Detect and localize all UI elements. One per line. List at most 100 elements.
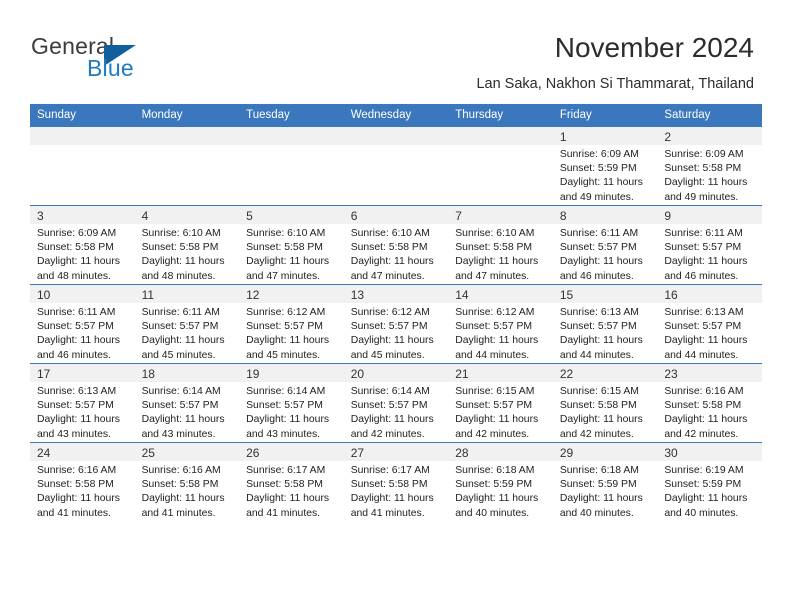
sunset-text: Sunset: 5:57 PM: [455, 321, 533, 333]
daylight-text-line2: and 49 minutes.: [559, 191, 634, 203]
calendar-day-cell[interactable]: 14 Sunrise: 6:12 AM Sunset: 5:57 PM Dayligh…: [448, 284, 553, 364]
daylight-text-line2: and 47 minutes.: [350, 270, 425, 282]
sunrise-text: Sunrise: 6:12 AM: [455, 307, 535, 318]
weekday-header-thursday: Thursday: [448, 104, 553, 127]
day-number: 10: [37, 288, 51, 302]
daylight-text-line2: and 42 minutes.: [350, 428, 425, 440]
daylight-text-line2: and 46 minutes.: [37, 349, 111, 361]
daylight-text-line2: and 47 minutes.: [246, 270, 321, 282]
daylight-text-line1: Daylight: 11 hours: [664, 256, 748, 268]
calendar-day-cell[interactable]: 11 Sunrise: 6:11 AM Sunset: 5:57 PM Dayligh…: [134, 284, 240, 364]
daylight-text-line1: Daylight: 11 hours: [246, 335, 330, 347]
calendar-week-row: 24 Sunrise: 6:16 AM Sunset: 5:58 PM Dayligh…: [30, 442, 762, 522]
daylight-text-line1: Daylight: 11 hours: [350, 335, 434, 347]
calendar-day-cell[interactable]: 2 Sunrise: 6:09 AM Sunset: 5:58 PM Daylight…: [657, 126, 762, 206]
day-number: 16: [664, 288, 678, 302]
sunrise-text: Sunrise: 6:15 AM: [455, 386, 535, 397]
calendar-day-cell[interactable]: 1 Sunrise: 6:09 AM Sunset: 5:59 PM Daylight…: [552, 126, 658, 206]
calendar-day-cell[interactable]: 15 Sunrise: 6:13 AM Sunset: 5:57 PM Dayligh…: [552, 284, 658, 364]
calendar-day-cell[interactable]: 19 Sunrise: 6:14 AM Sunset: 5:57 PM Dayligh…: [239, 363, 344, 443]
day-number: 20: [350, 367, 365, 381]
calendar-day-cell[interactable]: 12 Sunrise: 6:12 AM Sunset: 5:57 PM Dayligh…: [239, 284, 344, 364]
day-number: 26: [246, 446, 260, 460]
calendar-day-cell[interactable]: 22 Sunrise: 6:15 AM Sunset: 5:58 PM Dayligh…: [552, 363, 658, 443]
page-title: November 2024: [554, 32, 754, 63]
sunset-text: Sunset: 5:57 PM: [455, 400, 533, 412]
calendar-day-cell[interactable]: 26 Sunrise: 6:17 AM Sunset: 5:58 PM Dayligh…: [239, 442, 344, 522]
daylight-text-line1: Daylight: 11 hours: [350, 256, 434, 268]
sunrise-text: Sunrise: 6:09 AM: [559, 149, 639, 160]
sunset-text: Sunset: 5:58 PM: [350, 479, 428, 491]
calendar-day-cell[interactable]: 10 Sunrise: 6:11 AM Sunset: 5:57 PM Dayligh…: [30, 284, 135, 364]
calendar-day-cell[interactable]: 17 Sunrise: 6:13 AM Sunset: 5:57 PM Dayligh…: [30, 363, 135, 443]
sunrise-text: Sunrise: 6:14 AM: [141, 386, 221, 397]
calendar-day-cell[interactable]: 9 Sunrise: 6:11 AM Sunset: 5:57 PM Daylight…: [657, 205, 762, 285]
day-number: 21: [455, 367, 469, 381]
day-number: 27: [350, 446, 365, 460]
calendar-day-cell[interactable]: 6 Sunrise: 6:10 AM Sunset: 5:58 PM Daylight…: [343, 205, 449, 285]
sunrise-text: Sunrise: 6:09 AM: [664, 149, 744, 160]
sunset-text: Sunset: 5:58 PM: [246, 479, 323, 491]
sunrise-text: Sunrise: 6:13 AM: [559, 307, 639, 318]
daylight-text-line1: Daylight: 11 hours: [37, 335, 120, 347]
daylight-text-line2: and 45 minutes.: [141, 349, 216, 361]
day-number: 30: [664, 446, 678, 460]
calendar-day-cell[interactable]: 20 Sunrise: 6:14 AM Sunset: 5:57 PM Dayligh…: [343, 363, 449, 443]
day-number: 17: [37, 367, 51, 381]
calendar-day-cell-empty: [30, 126, 135, 206]
calendar-day-cell[interactable]: 21 Sunrise: 6:15 AM Sunset: 5:57 PM Dayligh…: [448, 363, 553, 443]
calendar-day-cell[interactable]: 27 Sunrise: 6:17 AM Sunset: 5:58 PM Dayligh…: [343, 442, 449, 522]
sunrise-text: Sunrise: 6:11 AM: [141, 307, 220, 318]
day-number: 24: [37, 446, 51, 460]
daylight-text-line2: and 45 minutes.: [246, 349, 321, 361]
calendar-day-cell[interactable]: 7 Sunrise: 6:10 AM Sunset: 5:58 PM Daylight…: [448, 205, 553, 285]
calendar-day-cell-empty: [343, 126, 449, 206]
daylight-text-line1: Daylight: 11 hours: [37, 256, 120, 268]
sunrise-text: Sunrise: 6:16 AM: [141, 465, 221, 476]
calendar-day-cell[interactable]: 4 Sunrise: 6:10 AM Sunset: 5:58 PM Daylight…: [134, 205, 240, 285]
calendar-day-cell[interactable]: 28 Sunrise: 6:18 AM Sunset: 5:59 PM Dayligh…: [448, 442, 553, 522]
daylight-text-line2: and 45 minutes.: [350, 349, 425, 361]
calendar-day-cell[interactable]: 30 Sunrise: 6:19 AM Sunset: 5:59 PM Dayligh…: [657, 442, 762, 522]
day-number: 2: [664, 130, 672, 144]
sunrise-text: Sunrise: 6:17 AM: [350, 465, 430, 476]
day-number: 11: [141, 288, 155, 302]
sunrise-text: Sunrise: 6:18 AM: [455, 465, 535, 476]
calendar-day-cell[interactable]: 18 Sunrise: 6:14 AM Sunset: 5:57 PM Dayligh…: [134, 363, 240, 443]
daylight-text-line1: Daylight: 11 hours: [37, 493, 120, 505]
calendar-day-cell[interactable]: 8 Sunrise: 6:11 AM Sunset: 5:57 PM Daylight…: [552, 205, 658, 285]
page-header: General Blue November 2024 Lan Saka, Nak…: [0, 0, 792, 104]
sunset-text: Sunset: 5:57 PM: [246, 321, 323, 333]
weekday-header-friday: Friday: [552, 104, 658, 127]
sunrise-text: Sunrise: 6:13 AM: [664, 307, 744, 318]
calendar-day-cell[interactable]: 29 Sunrise: 6:18 AM Sunset: 5:59 PM Dayligh…: [552, 442, 658, 522]
sunrise-text: Sunrise: 6:11 AM: [664, 228, 743, 239]
weekday-header-tuesday: Tuesday: [239, 104, 344, 127]
daylight-text-line2: and 46 minutes.: [559, 270, 634, 282]
daylight-text-line1: Daylight: 11 hours: [559, 256, 643, 268]
calendar-day-cell[interactable]: 24 Sunrise: 6:16 AM Sunset: 5:58 PM Dayligh…: [30, 442, 135, 522]
daylight-text-line2: and 43 minutes.: [141, 428, 216, 440]
calendar-day-cell[interactable]: 5 Sunrise: 6:10 AM Sunset: 5:58 PM Daylight…: [239, 205, 344, 285]
daylight-text-line2: and 49 minutes.: [664, 191, 739, 203]
calendar-day-cell[interactable]: 13 Sunrise: 6:12 AM Sunset: 5:57 PM Dayligh…: [343, 284, 449, 364]
day-number: 25: [141, 446, 155, 460]
sunset-text: Sunset: 5:58 PM: [141, 242, 219, 254]
sunrise-text: Sunrise: 6:11 AM: [559, 228, 639, 239]
daylight-text-line2: and 44 minutes.: [455, 349, 530, 361]
sunrise-text: Sunrise: 6:12 AM: [350, 307, 430, 318]
sunrise-text: Sunrise: 6:18 AM: [559, 465, 639, 476]
daylight-text-line1: Daylight: 11 hours: [455, 493, 539, 505]
calendar-day-cell[interactable]: 23 Sunrise: 6:16 AM Sunset: 5:58 PM Dayligh…: [657, 363, 762, 443]
day-number: 8: [559, 209, 567, 223]
daylight-text-line2: and 41 minutes.: [37, 507, 111, 519]
calendar-day-cell[interactable]: 25 Sunrise: 6:16 AM Sunset: 5:58 PM Dayligh…: [134, 442, 240, 522]
calendar-day-cell[interactable]: 16 Sunrise: 6:13 AM Sunset: 5:57 PM Dayligh…: [657, 284, 762, 364]
calendar-day-cell[interactable]: 3 Sunrise: 6:09 AM Sunset: 5:58 PM Daylight…: [30, 205, 135, 285]
daylight-text-line1: Daylight: 11 hours: [246, 493, 330, 505]
calendar-week-row: 3 Sunrise: 6:09 AM Sunset: 5:58 PM Daylight…: [30, 205, 762, 285]
day-number: 15: [559, 288, 574, 302]
daylight-text-line1: Daylight: 11 hours: [559, 335, 643, 347]
general-blue-logo[interactable]: General Blue: [31, 33, 211, 85]
daylight-text-line1: Daylight: 11 hours: [141, 335, 225, 347]
